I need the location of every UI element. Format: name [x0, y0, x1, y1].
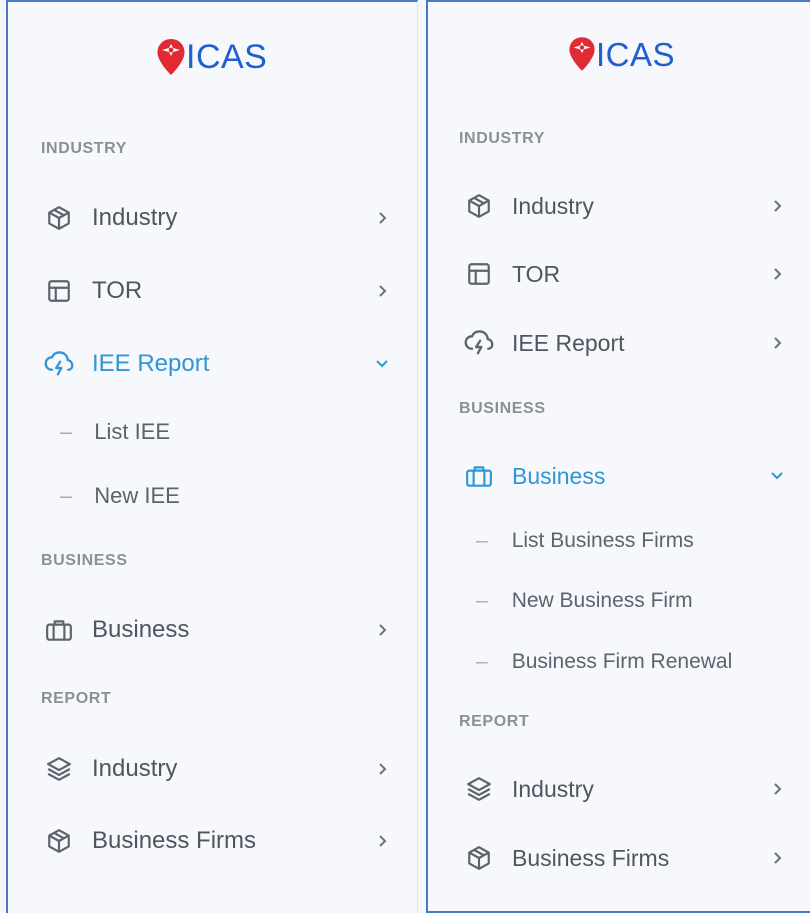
- menu-item-business[interactable]: Business: [44, 608, 389, 652]
- layers-icon: [44, 754, 74, 784]
- submenu-item-label: Business Firm Renewal: [511, 650, 733, 673]
- submenu-item-label: List Business Firms: [511, 529, 694, 552]
- menu-item-report-business-firms[interactable]: Business Firms: [44, 819, 389, 863]
- chevron-right-icon: [377, 608, 389, 652]
- section-header-industry: INDUSTRY: [459, 130, 545, 147]
- menu-item-label: Business Firms: [512, 844, 670, 871]
- right-sidebar: ICAS INDUSTRY Industry TOR IEE Report BU…: [426, 0, 810, 913]
- layout-icon: [464, 259, 494, 289]
- submenu-item-new-business-firm[interactable]: – New Business Firm: [476, 583, 693, 619]
- location-pin-icon: [569, 37, 595, 71]
- menu-item-report-industry[interactable]: Industry: [44, 747, 389, 791]
- logo-text: ICAS: [186, 38, 268, 76]
- briefcase-icon: [44, 615, 74, 645]
- chevron-right-icon: [377, 819, 389, 863]
- chevron-down-icon: [770, 454, 784, 498]
- layout-icon: [44, 276, 74, 306]
- cloud-lightning-icon: [44, 349, 74, 379]
- submenu-item-new-iee[interactable]: – New IEE: [60, 478, 180, 514]
- menu-item-label: Business: [92, 616, 190, 643]
- chevron-right-icon: [377, 747, 389, 791]
- chevron-right-icon: [377, 269, 389, 313]
- chevron-right-icon: [772, 184, 784, 228]
- menu-item-label: TOR: [512, 260, 561, 287]
- menu-item-report-industry[interactable]: Industry: [464, 767, 784, 811]
- box-icon: [44, 203, 74, 233]
- section-header-report: REPORT: [41, 690, 112, 707]
- menu-item-report-business-firms[interactable]: Business Firms: [464, 836, 784, 880]
- chevron-right-icon: [772, 836, 784, 880]
- menu-item-iee-report[interactable]: IEE Report: [464, 321, 784, 365]
- layers-icon: [464, 774, 494, 804]
- menu-item-business[interactable]: Business: [464, 454, 784, 498]
- briefcase-icon: [464, 461, 494, 491]
- box-icon: [464, 191, 494, 221]
- menu-item-tor[interactable]: TOR: [464, 252, 784, 296]
- chevron-right-icon: [772, 321, 784, 365]
- submenu-item-list-iee[interactable]: – List IEE: [60, 414, 170, 450]
- box-icon: [44, 826, 74, 856]
- section-header-business: BUSINESS: [459, 400, 546, 417]
- menu-item-label: IEE Report: [92, 350, 210, 377]
- menu-item-industry[interactable]: Industry: [464, 184, 784, 228]
- submenu-item-business-firm-renewal[interactable]: – Business Firm Renewal: [476, 644, 732, 680]
- dash-bullet-icon: –: [476, 650, 488, 673]
- dash-bullet-icon: –: [60, 483, 73, 508]
- app-logo[interactable]: ICAS: [568, 36, 675, 72]
- dash-bullet-icon: –: [476, 589, 488, 612]
- location-pin-icon: [157, 39, 185, 75]
- chevron-right-icon: [772, 252, 784, 296]
- menu-item-iee-report[interactable]: IEE Report: [44, 342, 389, 386]
- menu-item-label: Industry: [92, 755, 178, 782]
- submenu-item-label: New Business Firm: [511, 589, 693, 612]
- dash-bullet-icon: –: [60, 419, 73, 444]
- section-header-report: REPORT: [459, 713, 530, 730]
- submenu-item-label: List IEE: [94, 419, 171, 444]
- box-icon: [464, 843, 494, 873]
- dash-bullet-icon: –: [476, 529, 488, 552]
- chevron-right-icon: [772, 767, 784, 811]
- section-header-business: BUSINESS: [41, 552, 128, 569]
- submenu-item-list-business-firms[interactable]: – List Business Firms: [476, 523, 694, 559]
- menu-item-label: IEE Report: [512, 329, 625, 356]
- app-logo[interactable]: ICAS: [156, 38, 267, 76]
- submenu-item-label: New IEE: [94, 483, 180, 508]
- cloud-lightning-icon: [464, 328, 494, 358]
- menu-item-industry[interactable]: Industry: [44, 196, 389, 240]
- menu-item-tor[interactable]: TOR: [44, 269, 389, 313]
- left-sidebar: ICAS INDUSTRY Industry TOR IEE Report – …: [6, 0, 418, 913]
- menu-item-label: Industry: [512, 192, 594, 219]
- logo-text: ICAS: [596, 35, 676, 73]
- menu-item-label: Industry: [92, 204, 178, 231]
- menu-item-label: TOR: [92, 277, 143, 304]
- menu-item-label: Business Firms: [92, 827, 257, 854]
- section-header-industry: INDUSTRY: [41, 140, 127, 157]
- chevron-down-icon: [375, 342, 389, 386]
- chevron-right-icon: [377, 196, 389, 240]
- menu-item-label: Business: [512, 462, 606, 489]
- menu-item-label: Industry: [512, 775, 594, 802]
